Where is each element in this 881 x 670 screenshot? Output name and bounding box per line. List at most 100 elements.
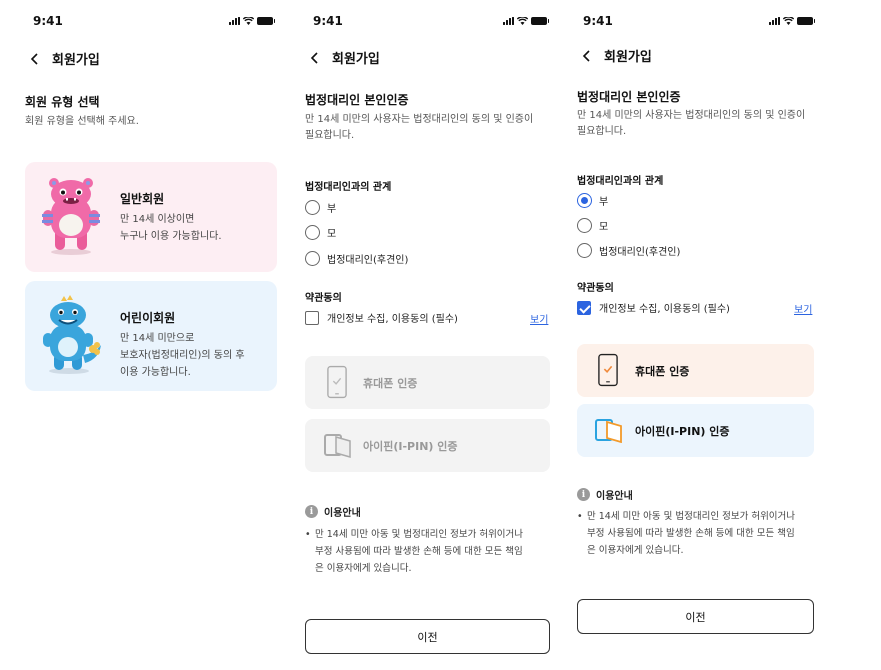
phone-auth-label: 휴대폰 인증 — [635, 364, 690, 378]
signal-icon — [229, 17, 240, 25]
back-arrow-icon[interactable] — [28, 52, 42, 66]
info-heading: i 이용안내 — [305, 504, 361, 519]
section-description: 만 14세 미만의 사용자는 법정대리인의 동의 및 인증이 필요합니다. — [305, 112, 533, 144]
radio-button[interactable] — [577, 218, 592, 233]
terms-checkbox-row[interactable]: 개인정보 수집, 이용동의 (필수) — [305, 310, 458, 325]
desc-line: 만 14세 미만의 사용자는 법정대리인의 동의 및 인증이 — [577, 110, 806, 121]
terms-label: 약관동의 — [305, 293, 342, 304]
phone-auth-button[interactable]: 휴대폰 인증 — [577, 344, 814, 397]
status-bar: 9:41 — [580, 14, 881, 34]
section-title: 법정대리인 본인인증 — [577, 90, 681, 104]
radio-label: 부 — [327, 204, 337, 215]
info-bullet: • — [577, 511, 583, 522]
info-body: 만 14세 미만 아동 및 법정대리인 정보가 허위이거나 부정 사용됨에 따라… — [587, 508, 817, 559]
wifi-icon — [243, 17, 254, 25]
battery-icon — [797, 17, 815, 25]
status-icons — [503, 17, 549, 25]
child-member-description: 만 14세 미만으로 보호자(법정대리인)의 동의 후 이용 가능합니다. — [120, 330, 270, 381]
back-arrow-icon[interactable] — [308, 51, 322, 65]
radio-label: 법정대리인(후견인) — [599, 247, 681, 258]
radio-guardian[interactable]: 법정대리인(후견인) — [577, 243, 680, 258]
radio-label: 모 — [599, 222, 609, 233]
section-description: 회원 유형을 선택해 주세요. — [25, 116, 139, 127]
info-body: 만 14세 미만 아동 및 법정대리인 정보가 허위이거나 부정 사용됨에 따라… — [315, 526, 545, 577]
status-bar: 9:41 — [0, 14, 290, 34]
info-line: 부정 사용됨에 따라 발생한 손해 등에 대한 모든 책임 — [587, 528, 795, 539]
radio-father[interactable]: 부 — [577, 193, 608, 208]
ipin-auth-label: 아이핀(I-PIN) 인증 — [363, 439, 458, 453]
terms-view-link[interactable]: 보기 — [794, 301, 812, 316]
page-title: 회원가입 — [604, 50, 652, 65]
radio-label: 법정대리인(후견인) — [327, 255, 409, 266]
info-line: 만 14세 미만 아동 및 법정대리인 정보가 허위이거나 — [315, 529, 524, 540]
desc-line: 만 14세 미만으로 — [120, 333, 195, 344]
info-icon: i — [577, 488, 590, 501]
desc-line: 이용 가능합니다. — [120, 367, 191, 378]
general-member-description: 만 14세 이상이면 누구나 이용 가능합니다. — [120, 211, 270, 245]
nav-bar: 회원가입 — [308, 48, 380, 67]
radio-button[interactable] — [305, 225, 320, 240]
desc-line: 만 14세 미만의 사용자는 법정대리인의 동의 및 인증이 — [305, 114, 534, 125]
general-member-card[interactable]: 일반회원 만 14세 이상이면 누구나 이용 가능합니다. — [25, 162, 277, 272]
section-description: 만 14세 미만의 사용자는 법정대리인의 동의 및 인증이 필요합니다. — [577, 108, 805, 140]
info-line: 은 이용자에게 있습니다. — [315, 563, 412, 574]
info-text: • 만 14세 미만 아동 및 법정대리인 정보가 허위이거나 부정 사용됨에 … — [577, 508, 822, 563]
section-title: 법정대리인 본인인증 — [305, 93, 409, 107]
back-arrow-icon[interactable] — [580, 49, 594, 63]
status-icons — [769, 17, 815, 25]
pink-monster-mascot — [42, 178, 100, 255]
screen-member-type: 9:41 회원가입 회원 유형 선택 회원 유형을 선택해 주세요. 일반회원 … — [0, 0, 290, 670]
status-bar: 9:41 — [290, 14, 580, 34]
signal-icon — [503, 17, 514, 25]
signal-icon — [769, 17, 780, 25]
wifi-icon — [783, 17, 794, 25]
desc-line: 만 14세 이상이면 — [120, 214, 195, 225]
battery-icon — [531, 17, 549, 25]
radio-button[interactable] — [577, 243, 592, 258]
child-member-card[interactable]: 어린이회원 만 14세 미만으로 보호자(법정대리인)의 동의 후 이용 가능합… — [25, 281, 277, 391]
ipin-icon — [324, 434, 351, 458]
ipin-auth-label: 아이핀(I-PIN) 인증 — [635, 424, 730, 438]
page-title: 회원가입 — [52, 53, 100, 68]
radio-label: 모 — [327, 229, 337, 240]
terms-checkbox-row[interactable]: 개인정보 수집, 이용동의 (필수) — [577, 300, 730, 315]
prev-button[interactable]: 이전 — [305, 619, 550, 654]
info-icon: i — [305, 505, 318, 518]
terms-item-label: 개인정보 수집, 이용동의 (필수) — [327, 314, 458, 325]
status-icons — [229, 17, 275, 25]
info-line: 만 14세 미만 아동 및 법정대리인 정보가 허위이거나 — [587, 511, 796, 522]
radio-button[interactable] — [305, 200, 320, 215]
info-bullet: • — [305, 529, 311, 540]
radio-label: 부 — [599, 197, 609, 208]
prev-button[interactable]: 이전 — [577, 599, 814, 634]
ipin-icon — [595, 419, 622, 443]
status-time: 9:41 — [313, 14, 343, 28]
phone-auth-label: 휴대폰 인증 — [363, 376, 418, 390]
info-text: • 만 14세 미만 아동 및 법정대리인 정보가 허위이거나 부정 사용됨에 … — [305, 526, 550, 581]
radio-button[interactable] — [305, 251, 320, 266]
ipin-auth-button[interactable]: 아이핀(I-PIN) 인증 — [305, 419, 550, 472]
general-member-title: 일반회원 — [120, 192, 165, 206]
radio-mother[interactable]: 모 — [577, 218, 608, 233]
phone-icon — [598, 353, 618, 387]
terms-view-link[interactable]: 보기 — [530, 311, 548, 326]
radio-guardian[interactable]: 법정대리인(후견인) — [305, 251, 408, 266]
terms-label: 약관동의 — [577, 283, 614, 294]
desc-line: 보호자(법정대리인)의 동의 후 — [120, 350, 245, 361]
radio-mother[interactable]: 모 — [305, 225, 336, 240]
child-member-title: 어린이회원 — [120, 311, 176, 325]
terms-checkbox-checked[interactable] — [577, 300, 591, 315]
status-time: 9:41 — [583, 14, 613, 28]
ipin-auth-button[interactable]: 아이핀(I-PIN) 인증 — [577, 404, 814, 457]
phone-icon — [327, 365, 347, 399]
page-title: 회원가입 — [332, 52, 380, 67]
desc-line: 필요합니다. — [577, 126, 627, 137]
relation-label: 법정대리인과의 관계 — [577, 176, 664, 187]
info-title: 이용안내 — [324, 508, 361, 519]
radio-button-selected[interactable] — [577, 193, 592, 208]
phone-auth-button[interactable]: 휴대폰 인증 — [305, 356, 550, 409]
section-title: 회원 유형 선택 — [25, 95, 100, 109]
terms-checkbox[interactable] — [305, 310, 319, 325]
desc-line: 필요합니다. — [305, 130, 355, 141]
radio-father[interactable]: 부 — [305, 200, 336, 215]
